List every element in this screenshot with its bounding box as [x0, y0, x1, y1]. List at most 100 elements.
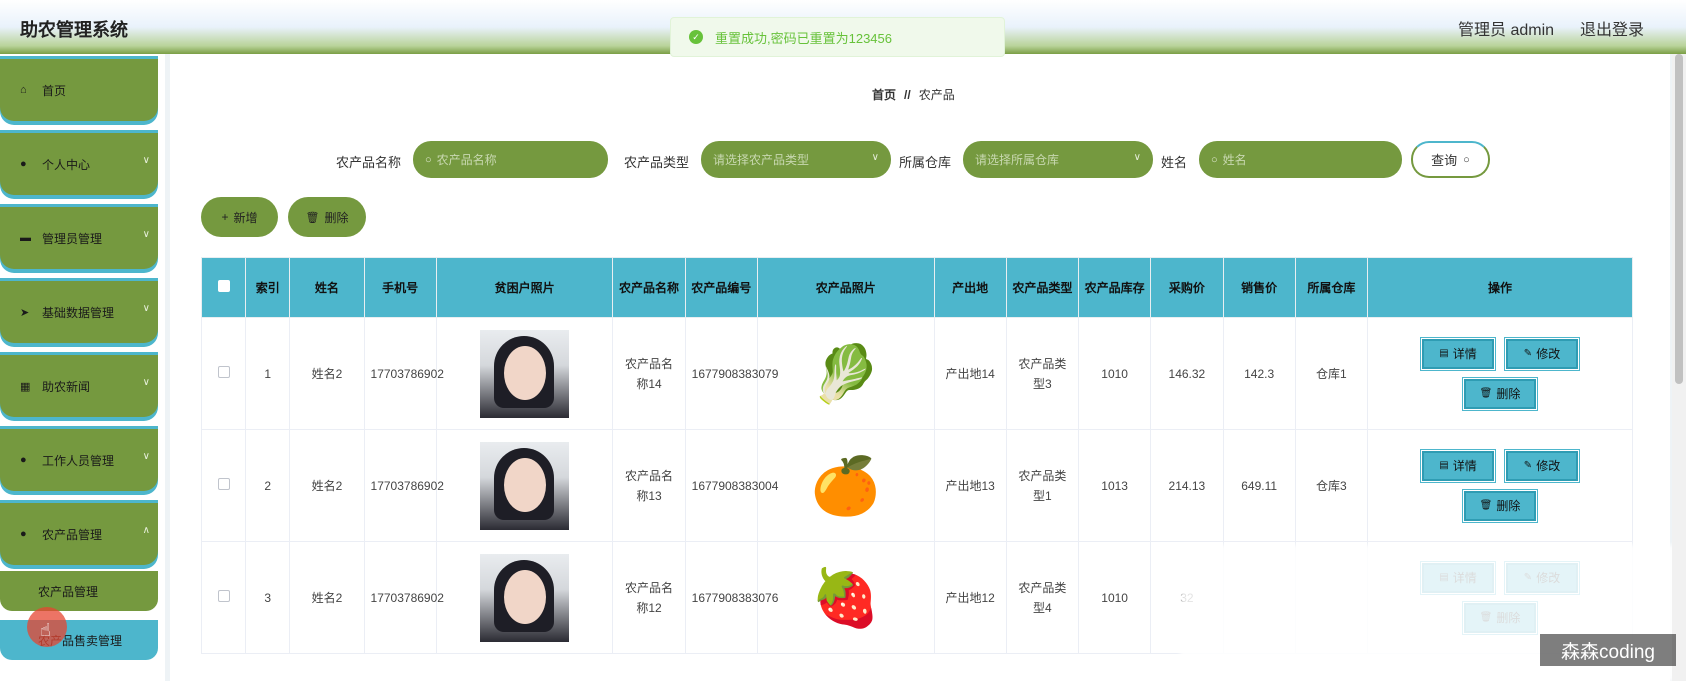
grid-icon: ▦: [20, 380, 31, 393]
sidebar-item-staff[interactable]: ● 工作人员管理 ∨: [0, 429, 158, 491]
detail-label: 详情: [1452, 346, 1477, 361]
cell-type: 农产品类型4: [1005, 541, 1080, 654]
cell-type: 农产品类型3: [1005, 317, 1080, 430]
cell-name: 姓名2: [289, 541, 365, 654]
table-header-row: 索引 姓名 手机号 贫困户照片 农产品名称 农产品编号 农产品照片 产出地 农产…: [200, 257, 1633, 318]
sidebar-item-base-data[interactable]: ➤ 基础数据管理 ∨: [0, 281, 158, 343]
send-icon: ➤: [20, 306, 30, 319]
product-photo[interactable]: 🍓: [801, 554, 890, 642]
edit-button[interactable]: ✎修改: [1506, 450, 1578, 481]
watermark: 森森coding: [1540, 634, 1676, 666]
cell-phone: 17703786902: [363, 317, 444, 430]
cell-product-no: 1677908383079: [684, 317, 778, 430]
home-icon: ⌂: [20, 84, 27, 96]
sidebar-subitem-product-management[interactable]: 农产品管理: [0, 571, 158, 611]
cell-origin: 产出地13: [933, 429, 1007, 542]
breadcrumb-current: 农产品: [918, 88, 955, 102]
delete-label: 删除: [1496, 386, 1521, 401]
query-button[interactable]: 查询 ○: [1411, 141, 1490, 178]
sidebar-item-home[interactable]: ⌂ 首页: [0, 59, 158, 121]
delete-button[interactable]: 🗑删除: [1464, 378, 1536, 409]
hand-cursor-icon: ☝: [40, 620, 51, 640]
page-scrollbar[interactable]: [1672, 54, 1686, 681]
row-checkbox[interactable]: [217, 589, 230, 602]
delete-button[interactable]: 🗑删除: [1464, 490, 1536, 521]
column-header: 农产品类型: [1005, 257, 1080, 318]
product-photo[interactable]: 🥬: [801, 330, 890, 418]
column-header: 农产品照片: [756, 257, 935, 318]
cell-phone: 17703786902: [363, 541, 444, 654]
detail-button[interactable]: ▤详情: [1422, 450, 1494, 481]
edit-label: 修改: [1536, 458, 1561, 473]
chevron-down-icon: ∨: [871, 152, 879, 163]
sidebar-item-products[interactable]: ● 农产品管理 ∧: [0, 503, 158, 565]
product-type-select[interactable]: 请选择农产品类型 ∨: [701, 141, 891, 178]
add-button-label: 新增: [233, 210, 258, 225]
sidebar-item-admin[interactable]: ▬ 管理员管理 ∨: [0, 207, 158, 269]
breadcrumb: 首页 // 农产品: [872, 86, 955, 103]
cell-name: 姓名2: [289, 429, 365, 542]
column-header: 手机号: [363, 257, 437, 318]
cell-purchase-price: 214.13: [1150, 429, 1224, 542]
column-header: 贫困户照片: [435, 257, 614, 318]
edit-label: 修改: [1536, 346, 1561, 361]
cell-product-no: 1677908383076: [684, 541, 778, 654]
trash-icon: 🗑: [305, 211, 320, 224]
current-user: 管理员 admin: [1458, 22, 1555, 39]
column-header: 采购价: [1150, 257, 1224, 318]
column-header: 所属仓库: [1294, 257, 1369, 318]
sidebar-item-label: 助农新闻: [42, 379, 91, 394]
warehouse-select[interactable]: 请选择所属仓库 ∨: [963, 141, 1153, 178]
chevron-down-icon: ∨: [142, 229, 150, 240]
input-placeholder: 姓名: [1222, 153, 1247, 167]
cell-purchase-price: 146.32: [1150, 317, 1224, 430]
column-header: 农产品编号: [684, 257, 758, 318]
product-photo[interactable]: 🍊: [801, 442, 890, 530]
product-name-input[interactable]: ○ 农产品名称: [413, 141, 608, 178]
sidebar-item-label: 基础数据管理: [42, 305, 115, 320]
add-button[interactable]: + 新增: [201, 197, 278, 237]
breadcrumb-home[interactable]: 首页: [872, 88, 896, 102]
trash-icon: 🗑: [1479, 387, 1493, 399]
select-all-checkbox[interactable]: [217, 279, 230, 292]
user-icon: ●: [20, 158, 27, 170]
filter-name-label: 农产品名称: [336, 155, 402, 170]
column-header: 姓名: [289, 257, 365, 318]
cell-origin: 产出地12: [933, 541, 1007, 654]
chevron-down-icon: ∨: [142, 155, 150, 166]
cell-stock: 1013: [1077, 429, 1152, 542]
farmer-photo[interactable]: [480, 553, 570, 642]
cell-sale-price: 649.11: [1222, 429, 1296, 542]
column-header: 索引: [245, 257, 291, 318]
row-checkbox[interactable]: [217, 365, 230, 378]
filter-type-label: 农产品类型: [624, 155, 690, 170]
cell-product-photo: 🥬: [756, 317, 935, 430]
person-name-input[interactable]: ○ 姓名: [1199, 141, 1402, 178]
cell-type: 农产品类型1: [1005, 429, 1080, 542]
search-icon: ○: [425, 153, 432, 166]
cell-index: 3: [245, 541, 291, 654]
logout-link[interactable]: 退出登录: [1580, 16, 1644, 40]
farmer-photo[interactable]: [480, 329, 570, 418]
scrollbar-thumb[interactable]: [1675, 54, 1683, 384]
breadcrumb-separator: //: [904, 88, 911, 102]
select-all-cell[interactable]: [200, 257, 247, 318]
success-toast: ✓ 重置成功,密码已重置为123456: [670, 17, 1005, 57]
sidebar-item-profile[interactable]: ● 个人中心 ∨: [0, 133, 158, 195]
cell-phone: 17703786902: [363, 429, 444, 542]
sidebar-subitem-product-sales[interactable]: 农产品售卖管理: [0, 620, 158, 660]
detail-button[interactable]: ▤详情: [1422, 338, 1494, 369]
trash-icon: 🗑: [1479, 499, 1493, 511]
column-header: 销售价: [1222, 257, 1296, 318]
cell-name: 姓名2: [289, 317, 365, 430]
cell-product-photo: 🍓: [756, 541, 935, 654]
farmer-photo[interactable]: [480, 441, 570, 530]
sidebar-item-news[interactable]: ▦ 助农新闻 ∨: [0, 355, 158, 417]
edit-button[interactable]: ✎修改: [1506, 338, 1578, 369]
filter-person-label: 姓名: [1161, 155, 1188, 170]
bulk-delete-button[interactable]: 🗑 删除: [288, 197, 366, 237]
row-checkbox[interactable]: [217, 477, 230, 490]
column-header: 农产品库存: [1077, 257, 1152, 318]
delete-label: 删除: [1496, 498, 1521, 513]
pin-icon: ●: [20, 454, 27, 466]
